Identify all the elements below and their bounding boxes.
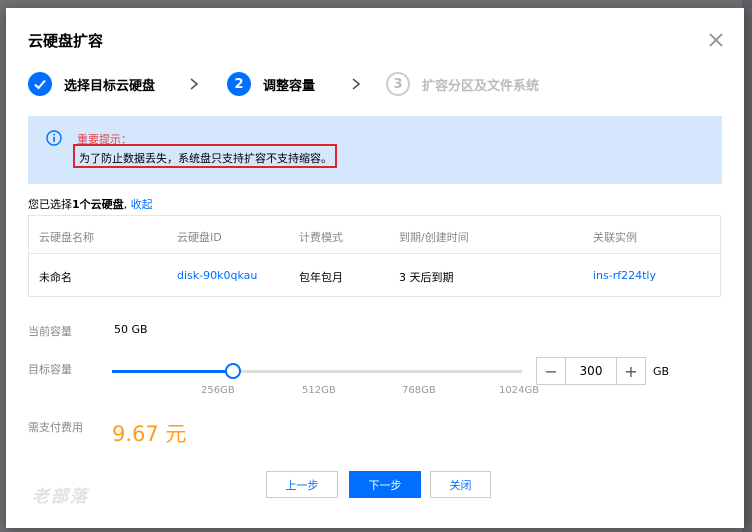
step-2-label: 调整容量 [263,78,316,94]
watermark: 老部落 [32,487,89,507]
step-adjust-capacity: 2 调整容量 [227,72,315,96]
selection-summary: 您已选择1个云硬盘, 收起 [28,196,153,212]
chevron-right-icon [190,78,199,90]
target-capacity-label: 目标容量 [28,363,72,376]
step-3-label: 扩容分区及文件系统 [422,78,540,94]
slider-tick-1024: 1024GB [499,385,540,396]
dialog-title: 云硬盘扩容 [28,32,104,50]
payment-label: 需支付费用 [28,421,83,434]
slider-tick-512: 512GB [302,385,336,396]
chevron-right-icon [352,78,361,90]
current-capacity-value: 50 GB [114,323,148,336]
close-icon[interactable] [708,32,724,48]
notice-text: 为了防止数据丢失，系统盘只支持扩容不支持缩容。 [79,152,332,165]
cell-disk-name: 未命名 [39,271,72,284]
cell-billing-mode: 包年包月 [299,271,343,284]
capacity-stepper: − + [536,357,646,385]
step-1-label: 选择目标云硬盘 [64,78,156,94]
cell-disk-id-link[interactable]: disk-90k0qkau [177,269,257,282]
info-icon [46,130,62,146]
next-step-button[interactable]: 下一步 [349,471,421,498]
step-1-circle [28,72,52,96]
slider-fill [112,370,233,373]
collapse-link[interactable]: 收起 [131,198,153,211]
notice-highlight-box: 为了防止数据丢失，系统盘只支持扩容不支持缩容。 [73,144,337,168]
cell-expiry: 3 天后到期 [399,271,454,284]
selection-prefix: 您已选择 [28,198,72,211]
column-header-name: 云硬盘名称 [39,231,94,244]
prev-step-button[interactable]: 上一步 [266,471,338,498]
current-capacity-label: 当前容量 [28,325,72,338]
check-icon [34,79,46,90]
slider-thumb[interactable] [225,363,241,379]
decrease-button[interactable]: − [537,358,566,384]
column-header-billing: 计费模式 [299,231,343,244]
column-header-expiry: 到期/创建时间 [399,231,469,244]
selection-separator: , [123,198,131,211]
column-header-id: 云硬盘ID [177,231,222,244]
step-expand-partition: 3 扩容分区及文件系统 [386,72,539,96]
step-3-circle: 3 [386,72,410,96]
slider-tick-768: 768GB [402,385,436,396]
capacity-input[interactable] [566,358,616,384]
step-2-circle: 2 [227,72,251,96]
payment-amount: 9.67 元 [112,422,187,446]
expand-disk-dialog: 云硬盘扩容 选择目标云硬盘 2 调整容量 3 扩容分区及文件系统 重要提示： 为… [6,8,744,528]
capacity-unit: GB [653,365,670,378]
step-select-disk: 选择目标云硬盘 [28,72,155,96]
table-divider [29,253,720,254]
important-notice: 重要提示： 为了防止数据丢失，系统盘只支持扩容不支持缩容。 [28,116,722,184]
cell-instance-link[interactable]: ins-rf224tly [593,269,656,282]
close-button[interactable]: 关闭 [430,471,491,498]
slider-tick-256: 256GB [201,385,235,396]
step-indicator: 选择目标云硬盘 2 调整容量 3 扩容分区及文件系统 [28,72,728,98]
increase-button[interactable]: + [616,358,645,384]
capacity-slider[interactable] [112,363,522,379]
disk-table: 云硬盘名称 云硬盘ID 计费模式 到期/创建时间 关联实例 未命名 disk-9… [28,215,721,297]
selection-count: 1个云硬盘 [72,198,124,211]
column-header-instance: 关联实例 [593,231,637,244]
